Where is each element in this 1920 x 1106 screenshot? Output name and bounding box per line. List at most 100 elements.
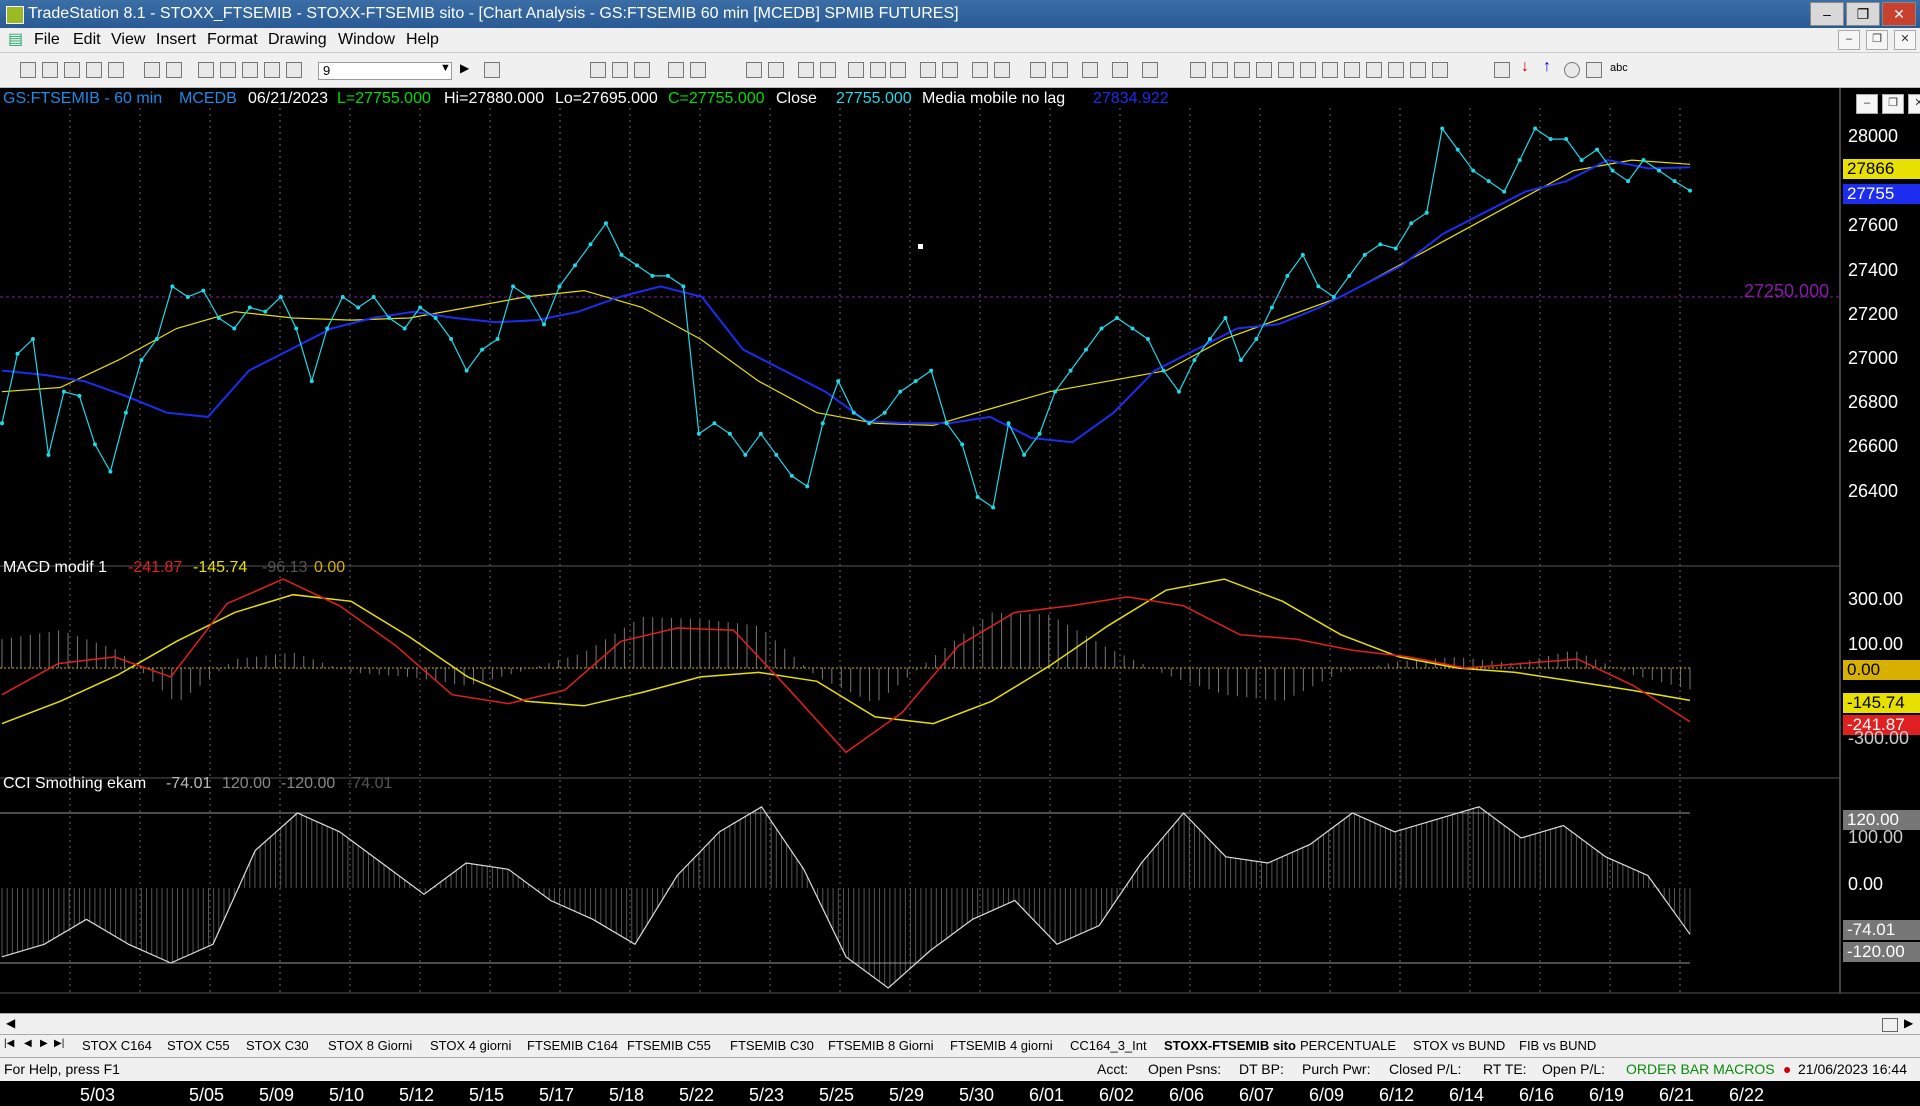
new-window-icon[interactable] — [86, 62, 102, 78]
mdi-minimize-button[interactable]: – — [1838, 30, 1860, 50]
copy-icon[interactable] — [220, 62, 236, 78]
open-icon[interactable] — [42, 62, 58, 78]
tab-stox-c30[interactable]: STOX C30 — [246, 1038, 309, 1053]
close-button[interactable]: ✕ — [1882, 2, 1916, 26]
speedlines-icon[interactable] — [1278, 62, 1294, 78]
chart-canvas[interactable] — [0, 88, 1920, 1013]
line-chart-icon[interactable] — [668, 62, 684, 78]
tab-stox-c164[interactable]: STOX C164 — [82, 1038, 152, 1053]
save-icon[interactable] — [144, 62, 160, 78]
tab-last-icon[interactable]: ▶| — [54, 1038, 64, 1049]
menu-file[interactable]: File — [34, 28, 60, 52]
down-arrow-icon[interactable]: ↓ — [1521, 58, 1529, 76]
new-icon[interactable] — [20, 62, 36, 78]
chart-close-button[interactable]: ✕ — [1908, 94, 1920, 114]
horizontal-lines-icon[interactable] — [1234, 62, 1250, 78]
menu-drawing[interactable]: Drawing — [268, 28, 327, 52]
strategy-icon[interactable] — [870, 62, 886, 78]
menu-insert[interactable]: Insert — [156, 28, 196, 52]
indicator-icon[interactable] — [890, 62, 906, 78]
gann-fan-icon[interactable] — [1322, 62, 1338, 78]
vertical-lines-icon[interactable] — [1212, 62, 1228, 78]
tab-stox-c55[interactable]: STOX C55 — [167, 1038, 230, 1053]
zoom-icon[interactable] — [920, 62, 936, 78]
color-icon[interactable] — [286, 62, 302, 78]
tab-first-icon[interactable]: |◀ — [4, 1038, 14, 1049]
tab-ftsemib-c30[interactable]: FTSEMIB C30 — [730, 1038, 814, 1053]
radar-icon[interactable] — [798, 62, 814, 78]
tab-prev-icon[interactable]: ◀ — [24, 1038, 32, 1049]
paste-icon[interactable] — [108, 62, 124, 78]
andrews-pitchfork-icon[interactable] — [1388, 62, 1404, 78]
text-icon[interactable]: abc — [1610, 62, 1628, 74]
fibonacci-icon[interactable] — [1300, 62, 1316, 78]
print-icon[interactable] — [166, 62, 182, 78]
maximize-button[interactable]: ❐ — [1846, 2, 1880, 26]
tools-icon[interactable] — [1082, 62, 1098, 78]
up-arrow-icon[interactable]: ↑ — [1543, 58, 1551, 76]
extension-icon[interactable] — [1366, 62, 1382, 78]
interval-select[interactable]: 9 — [318, 62, 452, 80]
pan-icon[interactable] — [942, 62, 958, 78]
scroll-right-icon[interactable]: ▶ — [1904, 1016, 1913, 1030]
draw-icon[interactable] — [264, 62, 280, 78]
chart-type-icon[interactable] — [590, 62, 606, 78]
menu-help[interactable]: Help — [406, 28, 439, 52]
chart-minimize-button[interactable]: – — [1856, 94, 1878, 114]
analysis-icon[interactable] — [768, 62, 784, 78]
matrix-icon[interactable] — [848, 62, 864, 78]
chart-area[interactable]: GS:FTSEMIB - 60 min MCEDB 06/21/2023 L=2… — [0, 88, 1920, 1105]
tab-next-icon[interactable]: ▶ — [40, 1038, 48, 1049]
workspace-icon[interactable] — [64, 62, 80, 78]
menu-format[interactable]: Format — [207, 28, 258, 52]
snap-icon[interactable] — [1112, 62, 1128, 78]
mdi-chart-icon[interactable]: ▤ — [8, 28, 23, 52]
tab-ftsemib-4-giorni[interactable]: FTSEMIB 4 giorni — [950, 1038, 1053, 1053]
scanner-icon[interactable] — [820, 62, 836, 78]
channel-icon[interactable] — [1256, 62, 1272, 78]
tab-stox-vs-bund[interactable]: STOX vs BUND — [1413, 1038, 1505, 1053]
pointer-icon[interactable] — [1030, 62, 1046, 78]
close-data-point — [1502, 189, 1507, 194]
menu-edit[interactable]: Edit — [73, 28, 101, 52]
menu-view[interactable]: View — [111, 28, 145, 52]
bar-chart-icon[interactable] — [612, 62, 628, 78]
horizontal-scrollbar[interactable]: ◀ ▶ — [0, 1013, 1920, 1034]
tab-cc164-3-int[interactable]: CC164_3_Int — [1070, 1038, 1147, 1053]
rectangle-icon[interactable] — [1586, 62, 1602, 78]
tab-ftsemib-8-giorni[interactable]: FTSEMIB 8 Giorni — [828, 1038, 933, 1053]
scroll-thumb[interactable] — [1882, 1018, 1898, 1032]
tab-stoxx-ftsemib-sito[interactable]: STOXX-FTSEMIB sito — [1164, 1038, 1296, 1053]
layout-icon[interactable] — [198, 62, 214, 78]
curve-icon[interactable] — [1494, 62, 1510, 78]
grid-icon[interactable] — [1142, 62, 1158, 78]
chevron-down-icon[interactable]: ▼ — [440, 62, 451, 74]
trendline-icon[interactable] — [1190, 62, 1206, 78]
arc-icon[interactable] — [1410, 62, 1426, 78]
zoom-out-icon[interactable] — [994, 62, 1010, 78]
lock-icon[interactable] — [242, 62, 258, 78]
table-icon[interactable] — [634, 62, 650, 78]
tab-percentuale[interactable]: PERCENTUALE — [1300, 1038, 1396, 1053]
mdi-close-button[interactable]: ✕ — [1894, 30, 1916, 50]
tab-fib-vs-bund[interactable]: FIB vs BUND — [1519, 1038, 1596, 1053]
minimize-button[interactable]: – — [1810, 2, 1844, 26]
refresh-icon[interactable] — [690, 62, 706, 78]
tab-stox-8-giorni[interactable]: STOX 8 Giorni — [328, 1038, 412, 1053]
mdi-restore-button[interactable]: ❐ — [1866, 30, 1888, 50]
crosshair-icon[interactable] — [1052, 62, 1068, 78]
format-icon[interactable] — [746, 62, 762, 78]
chart-restore-button[interactable]: ❐ — [1882, 94, 1904, 114]
pen-icon[interactable] — [1432, 62, 1448, 78]
arrow-right-icon[interactable]: ▶ — [460, 61, 469, 75]
circle-icon[interactable] — [1564, 62, 1580, 78]
tab-ftsemib-c164[interactable]: FTSEMIB C164 — [527, 1038, 618, 1053]
macros-label[interactable]: ORDER BAR MACROS — [1626, 1058, 1775, 1080]
scroll-left-icon[interactable]: ◀ — [6, 1016, 15, 1030]
arrow-icon[interactable] — [1344, 62, 1360, 78]
find-icon[interactable] — [484, 62, 500, 78]
zoom-in-icon[interactable] — [972, 62, 988, 78]
tab-stox-4-giorni[interactable]: STOX 4 giorni — [430, 1038, 511, 1053]
menu-window[interactable]: Window — [338, 28, 395, 52]
tab-ftsemib-c55[interactable]: FTSEMIB C55 — [627, 1038, 711, 1053]
